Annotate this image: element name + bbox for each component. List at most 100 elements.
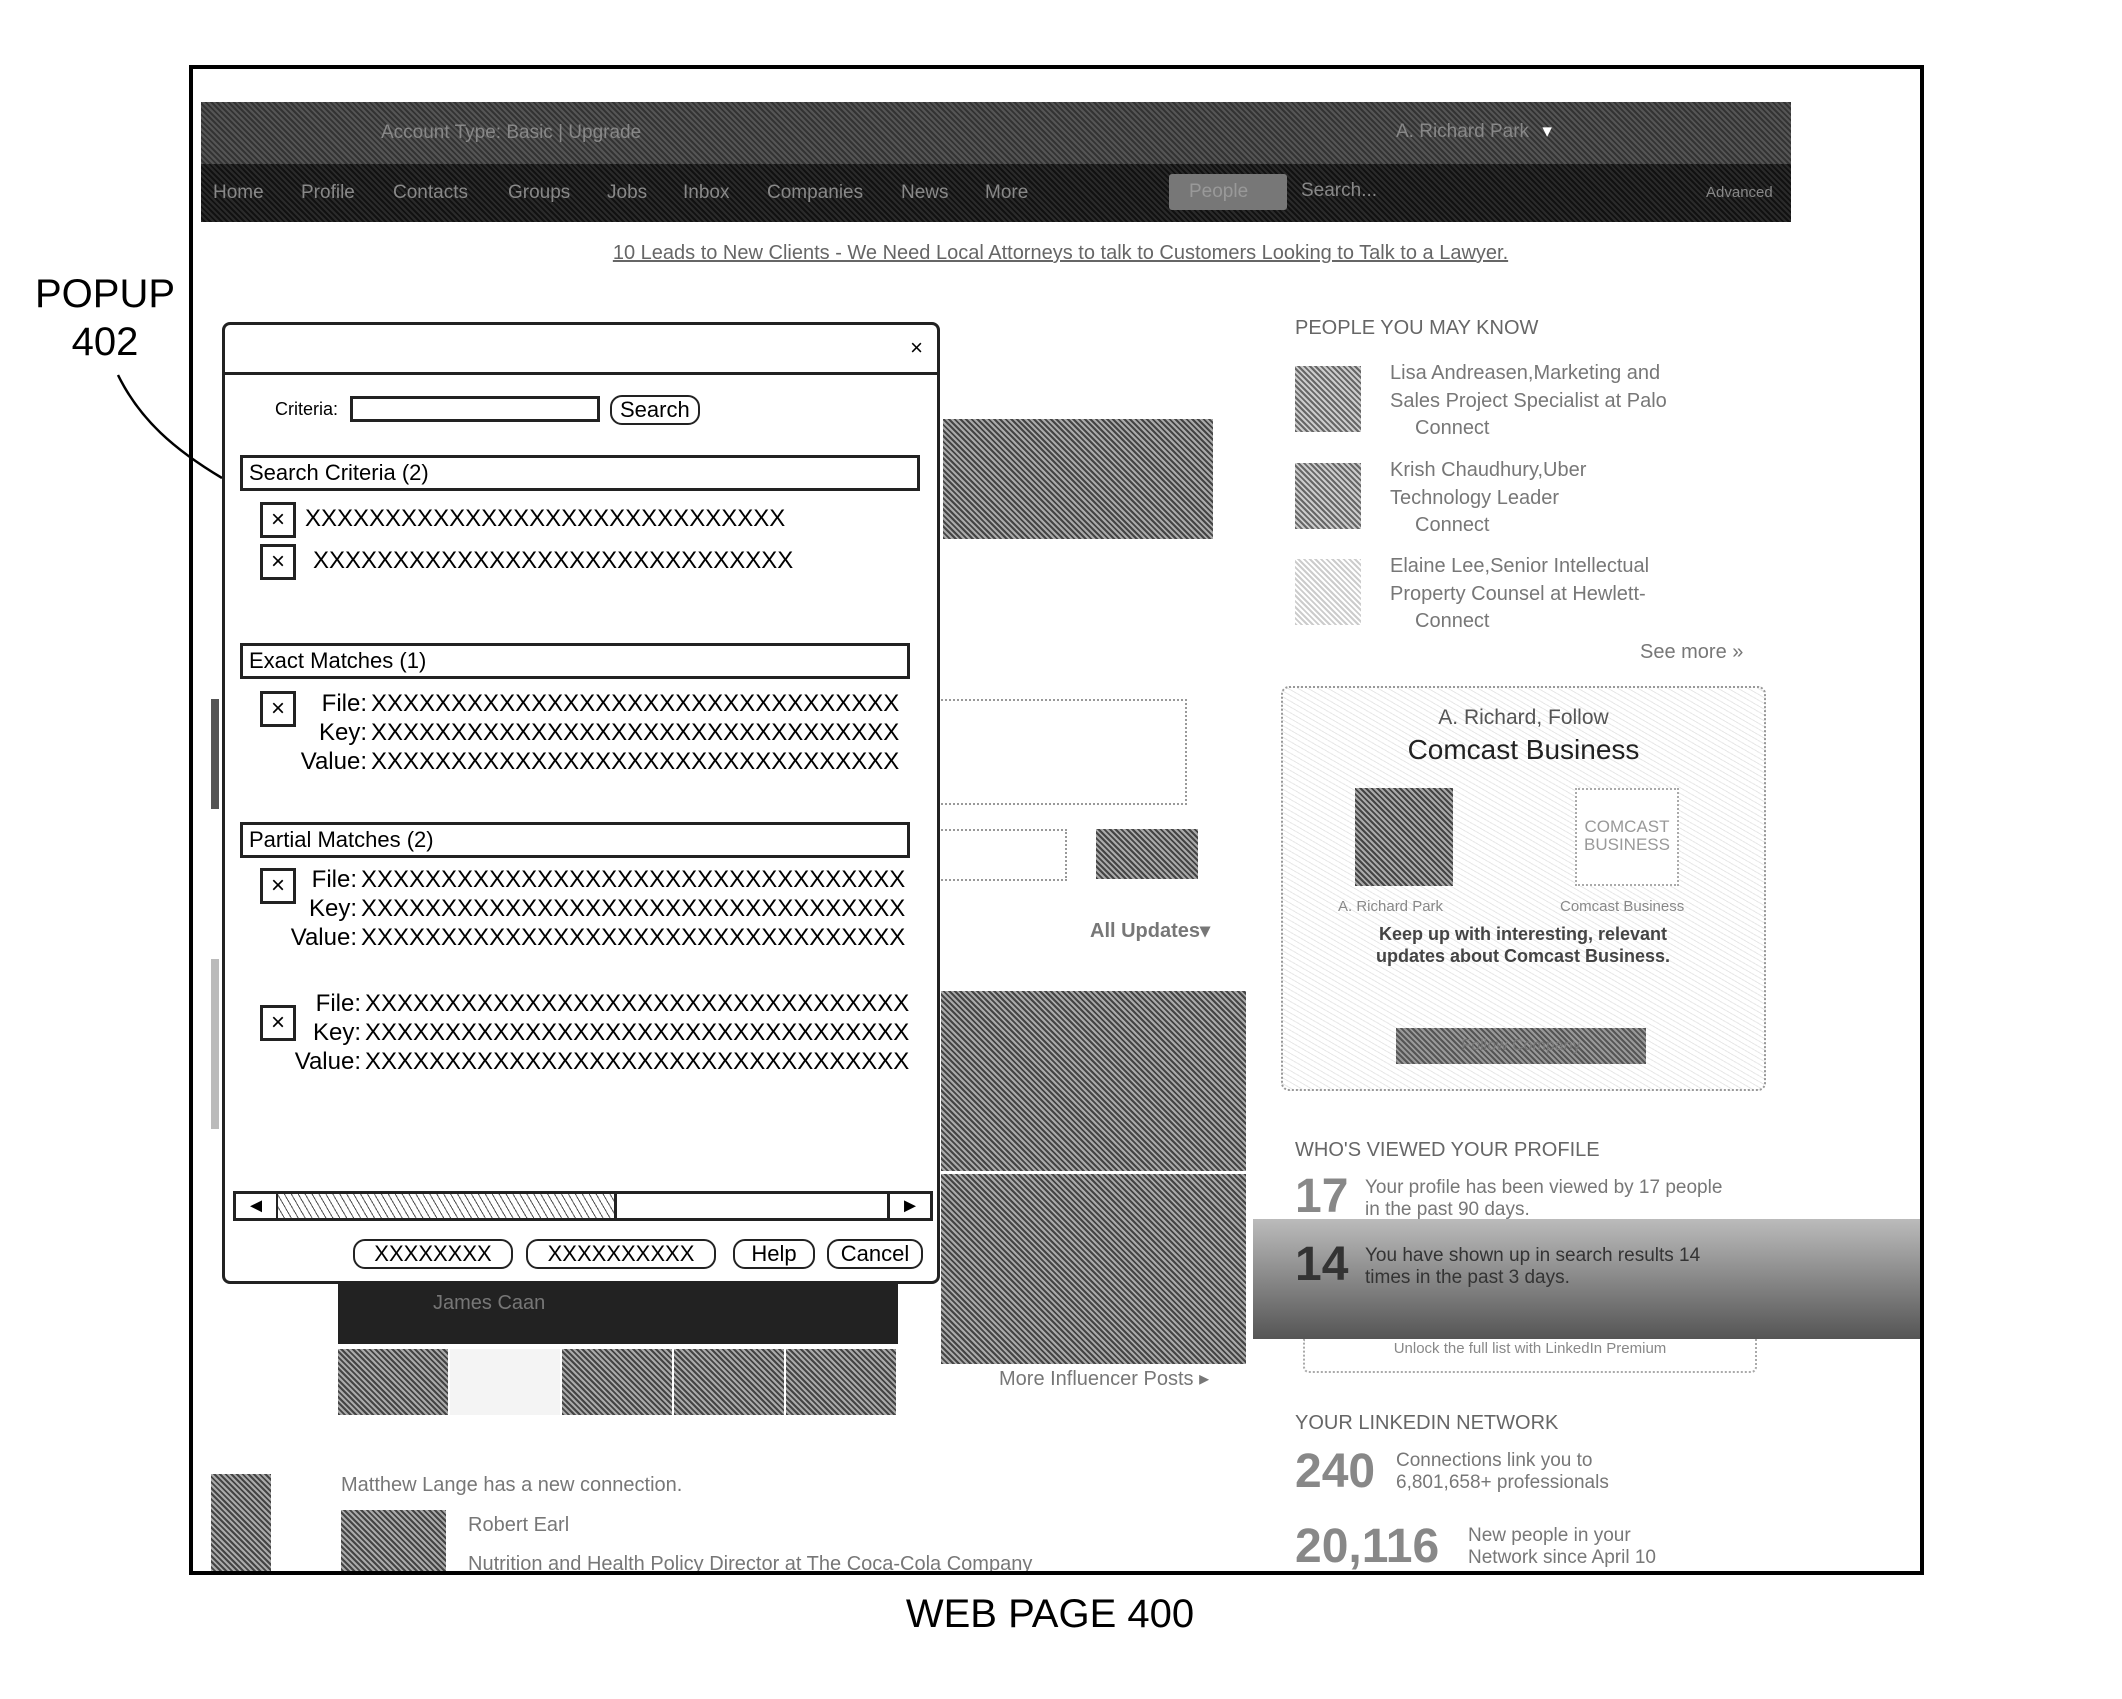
nav-home[interactable]: Home — [213, 182, 264, 204]
thumbnail[interactable] — [674, 1349, 784, 1415]
thumbnail[interactable] — [562, 1349, 672, 1415]
left-scroll-marker — [211, 699, 219, 809]
nav-news[interactable]: News — [901, 182, 949, 204]
scroll-right-arrow-icon[interactable]: ► — [887, 1194, 930, 1218]
scrollbar-thumb[interactable] — [278, 1194, 617, 1218]
close-icon[interactable]: × — [910, 335, 923, 361]
person-title: Technology Leader — [1390, 487, 1560, 509]
remove-criteria-button[interactable]: × — [260, 544, 296, 580]
all-updates-dropdown[interactable]: All Updates▾ — [1090, 918, 1210, 943]
connections-count[interactable]: 240 — [1295, 1444, 1375, 1499]
account-bar: Account Type: Basic | Upgrade A. Richard… — [201, 102, 1791, 164]
key-value: XXXXXXXXXXXXXXXXXXXXXXXXXXXXXXXXXX — [365, 1019, 910, 1046]
search-button[interactable]: Search — [610, 395, 700, 425]
value-value: XXXXXXXXXXXXXXXXXXXXXXXXXXXXXXXXX — [371, 748, 900, 775]
profile-views-text[interactable]: Your profile has been viewed by 17 peopl… — [1365, 1177, 1725, 1221]
value-label: Value: — [294, 1048, 361, 1075]
company-logo: COMCAST BUSINESS — [1575, 788, 1679, 886]
key-label: Key: — [318, 719, 367, 746]
key-value: XXXXXXXXXXXXXXXXXXXXXXXXXXXXXXXXX — [371, 719, 900, 746]
user-name: A. Richard Park — [1396, 121, 1530, 142]
user-photo — [1355, 788, 1453, 886]
sponsored-ad-link[interactable]: 10 Leads to New Clients - We Need Local … — [193, 242, 1920, 265]
connect-button[interactable]: Connect — [1415, 610, 1490, 633]
person-photo[interactable] — [1295, 366, 1361, 432]
follow-pitch: Keep up with interesting, relevant updat… — [1375, 924, 1671, 966]
person-name: Lisa Andreasen,Marketing and — [1390, 362, 1661, 384]
file-label: File: — [321, 690, 367, 717]
file-value: XXXXXXXXXXXXXXXXXXXXXXXXXXXXXXXXXX — [365, 990, 910, 1017]
profile-views-heading: WHO'S VIEWED YOUR PROFILE — [1295, 1139, 1600, 1161]
action-button-1[interactable]: XXXXXXXX — [353, 1239, 513, 1269]
search-scope-label: People — [1189, 181, 1249, 202]
influencer-post-image-2[interactable] — [941, 1174, 1246, 1364]
connection-avatar[interactable] — [341, 1510, 446, 1571]
person-info[interactable]: Elaine Lee,Senior Intellectual Property … — [1390, 552, 1649, 608]
nav-inbox[interactable]: Inbox — [683, 182, 729, 204]
person-info[interactable]: Lisa Andreasen,Marketing and Sales Proje… — [1390, 359, 1667, 415]
nav-groups[interactable]: Groups — [508, 182, 570, 204]
update-text[interactable]: Matthew Lange has a new connection. — [341, 1474, 682, 1497]
share-input[interactable] — [933, 829, 1067, 881]
profile-views-count[interactable]: 17 — [1295, 1169, 1348, 1224]
nav-more[interactable]: More — [985, 182, 1028, 204]
thumbnail[interactable] — [786, 1349, 896, 1415]
follow-company-button[interactable]: Follow Company — [1396, 1028, 1646, 1064]
scroll-left-arrow-icon[interactable]: ◄ — [236, 1194, 279, 1218]
new-people-count[interactable]: 20,116 — [1295, 1519, 1439, 1571]
person-name: Elaine Lee,Senior Intellectual — [1390, 555, 1650, 577]
cancel-button[interactable]: Cancel — [827, 1239, 923, 1269]
search-scope-select[interactable]: People — [1169, 174, 1287, 210]
person-info[interactable]: Krish Chaudhury,Uber Technology Leader — [1390, 456, 1586, 512]
nav-companies[interactable]: Companies — [767, 182, 863, 204]
horizontal-scrollbar[interactable]: ◄ ► — [233, 1191, 933, 1221]
logo-line1: COMCAST — [1584, 817, 1670, 836]
value-value: XXXXXXXXXXXXXXXXXXXXXXXXXXXXXXXXXX — [365, 1048, 910, 1075]
follow-greeting: A. Richard, Follow — [1438, 706, 1609, 729]
unlock-label: Unlock the full list with LinkedIn Premi… — [1393, 1340, 1667, 1357]
more-influencer-posts-link[interactable]: More Influencer Posts ▸ — [999, 1366, 1209, 1391]
key-label: Key: — [308, 895, 357, 922]
user-menu[interactable]: A. Richard Park ▾ — [1396, 120, 1552, 143]
follow-company-name: Comcast Business — [1407, 734, 1640, 765]
account-type-text[interactable]: Account Type: Basic | Upgrade — [381, 122, 641, 144]
help-button[interactable]: Help — [733, 1239, 815, 1269]
criteria-input[interactable] — [350, 396, 600, 422]
person-photo[interactable] — [1295, 463, 1361, 529]
see-more-link[interactable]: See more » — [1640, 641, 1743, 664]
partial-match-item[interactable]: File: XXXXXXXXXXXXXXXXXXXXXXXXXXXXXXXXXX … — [275, 865, 906, 952]
connection-name[interactable]: Robert Earl — [468, 1514, 569, 1537]
unlock-premium-button[interactable]: Unlock the full list with LinkedIn Premi… — [1303, 1339, 1757, 1373]
nav-jobs[interactable]: Jobs — [607, 182, 647, 204]
criteria-label: Criteria: — [275, 399, 339, 419]
action-button-2[interactable]: XXXXXXXXXX — [526, 1239, 716, 1269]
nav-profile[interactable]: Profile — [301, 182, 355, 204]
network-photos-collage — [943, 419, 1213, 539]
influencer-banner[interactable]: James Caan — [338, 1284, 898, 1344]
partial-matches-header: Partial Matches (2) — [240, 822, 910, 858]
search-appearances-text[interactable]: You have shown up in search results 14 t… — [1365, 1245, 1725, 1289]
influencer-post-image[interactable] — [941, 991, 1246, 1171]
search-appearances-count[interactable]: 14 — [1295, 1237, 1348, 1292]
person-photo[interactable] — [1295, 559, 1361, 625]
exact-match-item[interactable]: File: XXXXXXXXXXXXXXXXXXXXXXXXXXXXXXXXX K… — [285, 689, 900, 776]
search-input[interactable]: Search... — [1301, 180, 1377, 202]
connect-button[interactable]: Connect — [1415, 417, 1490, 440]
caret-down-icon: ▾ — [1200, 920, 1211, 942]
network-heading: YOUR LINKEDIN NETWORK — [1295, 1412, 1559, 1434]
partial-match-item[interactable]: File: XXXXXXXXXXXXXXXXXXXXXXXXXXXXXXXXXX … — [279, 989, 910, 1076]
updater-avatar[interactable] — [211, 1474, 271, 1571]
share-box[interactable] — [933, 699, 1187, 805]
connect-button[interactable]: Connect — [1415, 514, 1490, 537]
nav-contacts[interactable]: Contacts — [393, 182, 468, 204]
share-button[interactable] — [1096, 829, 1198, 879]
figure-caption: WEB PAGE 400 — [905, 1592, 1195, 1636]
file-label: File: — [315, 990, 361, 1017]
remove-criteria-button[interactable]: × — [260, 502, 296, 538]
logo-line2: BUSINESS — [1584, 835, 1670, 854]
company-caption: Comcast Business — [1560, 898, 1685, 915]
all-updates-label: All Updates — [1090, 920, 1201, 942]
thumbnail[interactable] — [450, 1349, 560, 1415]
thumbnail[interactable] — [338, 1349, 448, 1415]
advanced-search-link[interactable]: Advanced — [1706, 184, 1773, 201]
